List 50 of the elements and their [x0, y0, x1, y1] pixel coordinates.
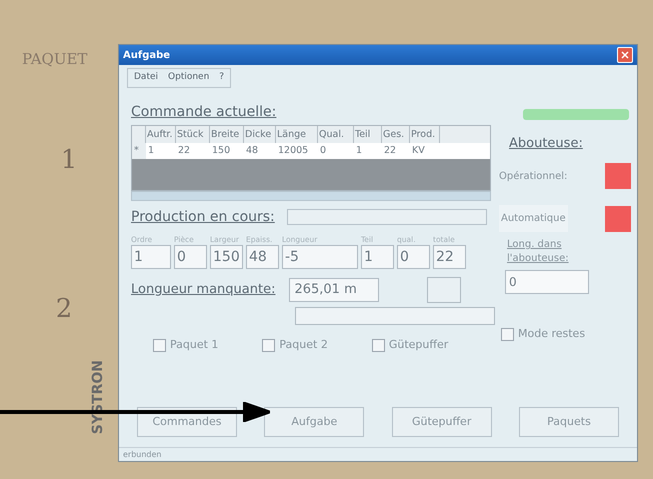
table-cell-text: KV	[411, 144, 426, 158]
table-cell: *	[132, 142, 146, 158]
table-cell-text: 22	[177, 144, 192, 158]
checkbox[interactable]	[153, 338, 166, 352]
checkbox-label: Mode restes	[518, 326, 586, 342]
close-button[interactable]	[617, 47, 633, 63]
table-cell-text: 150	[211, 144, 232, 158]
action-button[interactable]: Paquets	[518, 407, 619, 437]
input-field[interactable]: 0	[505, 270, 589, 294]
checkbox[interactable]	[262, 338, 276, 352]
indicator-label: Automatique	[499, 205, 568, 232]
table-cell-text: 12005	[277, 144, 310, 158]
input-field[interactable]: 0	[174, 244, 207, 269]
indicator-label: Opérationnel:	[499, 170, 568, 184]
horizontal-scrollbar[interactable]	[131, 190, 491, 200]
table-cell-text: 1	[147, 144, 156, 158]
input-field[interactable]: -5	[282, 244, 358, 269]
action-button[interactable]: Gütepuffer	[392, 407, 492, 437]
table-cell-text: 1	[355, 144, 364, 158]
section-heading: Abouteuse:	[509, 134, 583, 152]
field-label: Long. dans l'abouteuse:	[507, 238, 570, 266]
handwritten-label: 2	[54, 292, 72, 326]
section-heading: Commande actuelle:	[131, 102, 278, 122]
close-icon	[621, 51, 629, 59]
menu-item[interactable]: ?	[219, 71, 224, 84]
input-field[interactable]: 48	[246, 244, 279, 269]
small-button[interactable]	[427, 276, 462, 303]
menu-item[interactable]: Datei	[134, 71, 158, 84]
input-field[interactable]: 22	[433, 244, 466, 269]
input-field[interactable]: 1	[131, 244, 171, 269]
input-field[interactable]: 0	[397, 244, 430, 269]
window-title: Aufgabe	[123, 48, 170, 62]
field-label: Longueur manquante:	[131, 281, 276, 299]
menu-item[interactable]: Optionen	[168, 71, 210, 84]
handwritten-label: 1	[60, 144, 78, 176]
handwritten-label: PAQUET	[21, 49, 88, 70]
checkbox-label: Paquet 1	[170, 336, 218, 353]
status-text: erbunden	[123, 448, 162, 460]
checkbox-label: Gütepuffer	[388, 336, 448, 353]
input-field[interactable]: 150	[210, 244, 243, 269]
input-field[interactable]: 1	[361, 244, 394, 269]
input-field[interactable]: 265,01 m	[289, 278, 380, 302]
checkbox-label: Paquet 2	[279, 336, 328, 353]
checkbox[interactable]	[372, 338, 385, 352]
section-heading: Production en cours:	[131, 208, 275, 226]
action-button[interactable]: Aufgabe	[264, 407, 364, 437]
table-cell-text: 22	[383, 144, 398, 158]
checkbox[interactable]	[501, 328, 514, 341]
table-cell-text: 0	[319, 144, 328, 158]
table-cell-text: 48	[245, 144, 260, 158]
